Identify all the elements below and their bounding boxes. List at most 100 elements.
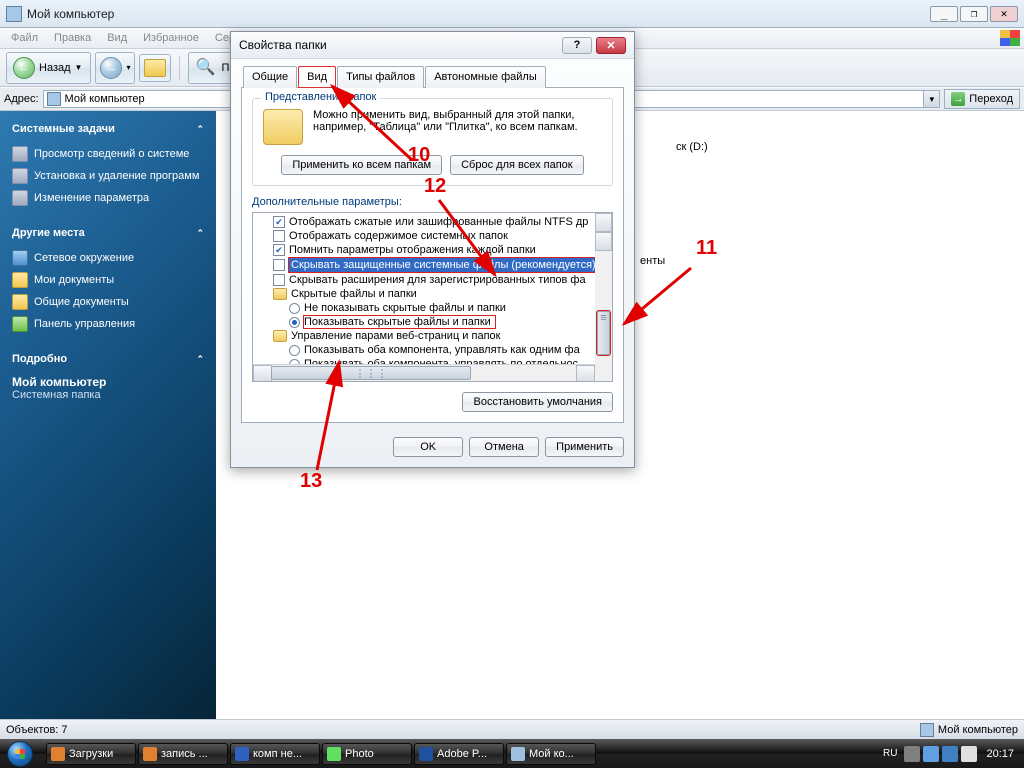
gear-icon — [12, 190, 28, 206]
back-label: Назад — [39, 62, 71, 74]
window-title: Мой компьютер — [27, 7, 930, 21]
go-button[interactable]: → Переход — [944, 89, 1020, 109]
system-tray: RU 20:17 — [875, 746, 1024, 762]
menu-edit[interactable]: Правка — [47, 30, 98, 46]
checkbox-icon[interactable] — [273, 259, 285, 271]
restore-defaults-button[interactable]: Восстановить умолчания — [462, 392, 613, 412]
tree-radio-show[interactable]: Показывать скрытые файлы и папки — [255, 315, 610, 329]
details-type: Системная папка — [12, 389, 204, 401]
radio-icon[interactable] — [289, 345, 300, 356]
lang-indicator[interactable]: RU — [879, 746, 901, 761]
sidebar-group-details[interactable]: Подробно — [12, 353, 204, 365]
radio-icon[interactable] — [289, 303, 300, 314]
close-button[interactable]: ✕ — [990, 6, 1018, 22]
start-button[interactable] — [0, 739, 40, 768]
sidebar-link-change-param[interactable]: Изменение параметра — [12, 187, 204, 209]
tree-item-webpairs: Управление парами веб-страниц и папок — [255, 329, 610, 343]
reset-all-button[interactable]: Сброс для всех папок — [450, 155, 584, 175]
details-name: Мой компьютер — [12, 375, 204, 389]
box-icon — [12, 168, 28, 184]
sidebar-link-sys-info[interactable]: Просмотр сведений о системе — [12, 143, 204, 165]
minimize-button[interactable]: _ — [930, 6, 958, 22]
dialog-help-button[interactable]: ? — [562, 37, 592, 54]
tree-item[interactable]: Скрывать расширения для зарегистрированн… — [255, 273, 610, 287]
task-mycomputer[interactable]: Мой ко... — [506, 743, 596, 765]
tree-item[interactable]: Отображать содержимое системных папок — [255, 229, 610, 243]
address-dropdown-button[interactable]: ▼ — [924, 90, 940, 108]
apply-to-all-button[interactable]: Применить ко всем папкам — [281, 155, 442, 175]
tree-radio-hide[interactable]: Не показывать скрытые файлы и папки — [255, 301, 610, 315]
group-text-1: Можно применить вид, выбранный для этой … — [313, 109, 578, 121]
taskbar: Загрузки запись ... комп не... Photo Ado… — [0, 739, 1024, 768]
explorer-titlebar: Мой компьютер _ ❐ ✕ — [0, 0, 1024, 28]
tree-item-hide-protected[interactable]: Скрывать защищенные системные файлы (рек… — [255, 257, 610, 273]
tree-radio-pair-1[interactable]: Показывать оба компонента, управлять как… — [255, 343, 610, 357]
cancel-button[interactable]: Отмена — [469, 437, 539, 457]
tray-icon[interactable] — [923, 746, 939, 762]
task-downloads[interactable]: Загрузки — [46, 743, 136, 765]
info-icon — [12, 146, 28, 162]
sidebar-link-controlpanel[interactable]: Панель управления — [12, 313, 204, 335]
sidebar-link-network[interactable]: Сетевое окружение — [12, 247, 204, 269]
tray-icon[interactable] — [904, 746, 920, 762]
tab-filetypes[interactable]: Типы файлов — [337, 66, 424, 88]
checkbox-icon[interactable] — [273, 244, 285, 256]
dialog-close-button[interactable]: ✕ — [596, 37, 626, 54]
tree-item-hidden-header: Скрытые файлы и папки — [255, 287, 610, 301]
checkbox-icon[interactable] — [273, 230, 285, 242]
documents-label[interactable]: енты — [640, 255, 665, 267]
ok-button[interactable]: OK — [393, 437, 463, 457]
task-photo[interactable]: Photo — [322, 743, 412, 765]
task-word[interactable]: комп не... — [230, 743, 320, 765]
checkbox-icon[interactable] — [273, 274, 285, 286]
back-button[interactable]: ← Назад ▼ — [6, 52, 91, 84]
tray-volume-icon[interactable] — [961, 746, 977, 762]
folder-up-icon — [144, 59, 166, 77]
sidebar-link-mydocs[interactable]: Мои документы — [12, 269, 204, 291]
treeview-hscrollbar[interactable]: ⋮⋮⋮ — [253, 364, 595, 381]
apply-button[interactable]: Применить — [545, 437, 624, 457]
folder-icon — [273, 288, 287, 300]
forward-button[interactable]: → ▾ — [95, 52, 135, 84]
scrollbar-thumb-h[interactable]: ⋮⋮⋮ — [271, 366, 471, 380]
task-photoshop[interactable]: Adobe P... — [414, 743, 504, 765]
advanced-title: Дополнительные параметры: — [252, 196, 613, 208]
sidebar-group-system[interactable]: Системные задачи — [12, 123, 204, 135]
checkbox-icon[interactable] — [273, 216, 285, 228]
menu-view[interactable]: Вид — [100, 30, 134, 46]
menu-favorites[interactable]: Избранное — [136, 30, 206, 46]
scrollbar-corner — [595, 364, 612, 381]
windows-flag-icon — [1000, 30, 1020, 46]
sidebar-group-places[interactable]: Другие места — [12, 227, 204, 239]
drive-d-label[interactable]: ск (D:) — [676, 141, 708, 153]
sidebar-link-add-remove[interactable]: Установка и удаление программ — [12, 165, 204, 187]
computer-icon — [6, 6, 22, 22]
photoshop-icon — [419, 747, 433, 761]
treeview-vscrollbar[interactable] — [595, 213, 612, 364]
address-value: Мой компьютер — [65, 93, 145, 105]
menu-file[interactable]: Файл — [4, 30, 45, 46]
address-label: Адрес: — [4, 93, 39, 105]
sidebar-link-shareddocs[interactable]: Общие документы — [12, 291, 204, 313]
up-button[interactable] — [139, 54, 171, 82]
windows-orb-icon — [7, 741, 33, 767]
scrollbar-thumb[interactable] — [597, 311, 610, 355]
dialog-titlebar[interactable]: Свойства папки ? ✕ — [231, 32, 634, 59]
maximize-button[interactable]: ❐ — [960, 6, 988, 22]
folder-icon — [263, 109, 303, 145]
radio-icon[interactable] — [289, 317, 300, 328]
sidebar: Системные задачи Просмотр сведений о сис… — [0, 111, 216, 719]
tray-network-icon[interactable] — [942, 746, 958, 762]
clock[interactable]: 20:17 — [980, 748, 1020, 760]
task-record[interactable]: запись ... — [138, 743, 228, 765]
control-panel-icon — [12, 316, 28, 332]
network-icon — [12, 250, 28, 266]
folder-icon — [12, 272, 28, 288]
tree-item[interactable]: Помнить параметры отображения каждой пап… — [255, 243, 610, 257]
tab-view[interactable]: Вид — [298, 66, 336, 88]
tab-offline[interactable]: Автономные файлы — [425, 66, 546, 88]
tab-general[interactable]: Общие — [243, 66, 297, 88]
back-arrow-icon: ← — [13, 57, 35, 79]
folder-icon — [273, 330, 287, 342]
tree-item[interactable]: Отображать сжатые или зашифрованные файл… — [255, 215, 610, 229]
